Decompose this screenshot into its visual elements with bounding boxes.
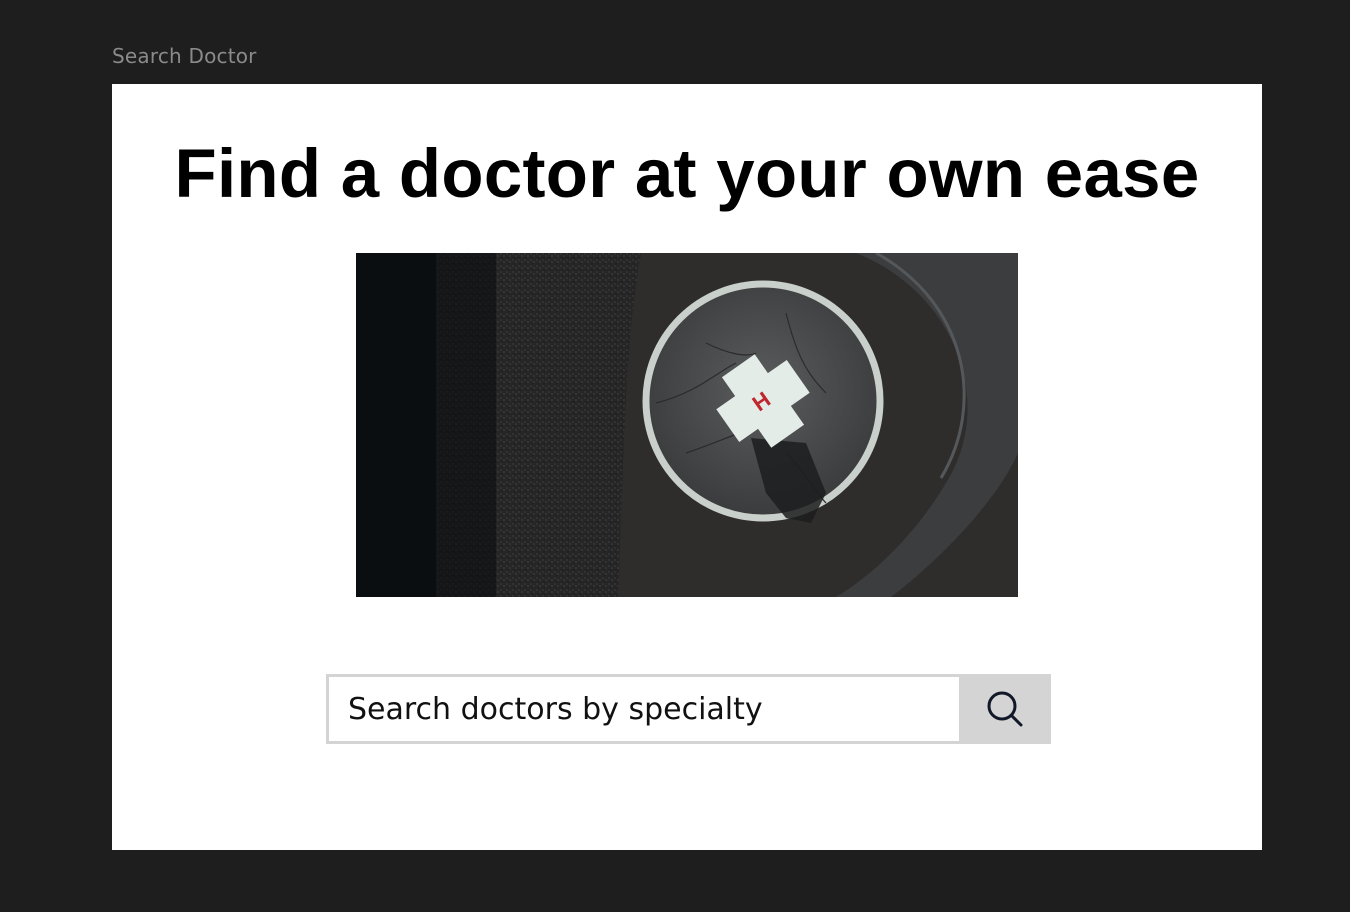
helipad-illustration: H [356, 253, 1018, 597]
search-button[interactable] [959, 674, 1051, 744]
search-input[interactable] [326, 674, 959, 744]
frame-label: Search Doctor [112, 44, 257, 68]
search-doctor-frame: Find a doctor at your own ease H Search … [112, 84, 1262, 850]
page-headline: Find a doctor at your own ease [174, 135, 1200, 212]
search-icon [987, 691, 1023, 727]
hero-image: H [356, 253, 1018, 597]
search-bar [326, 674, 1051, 744]
